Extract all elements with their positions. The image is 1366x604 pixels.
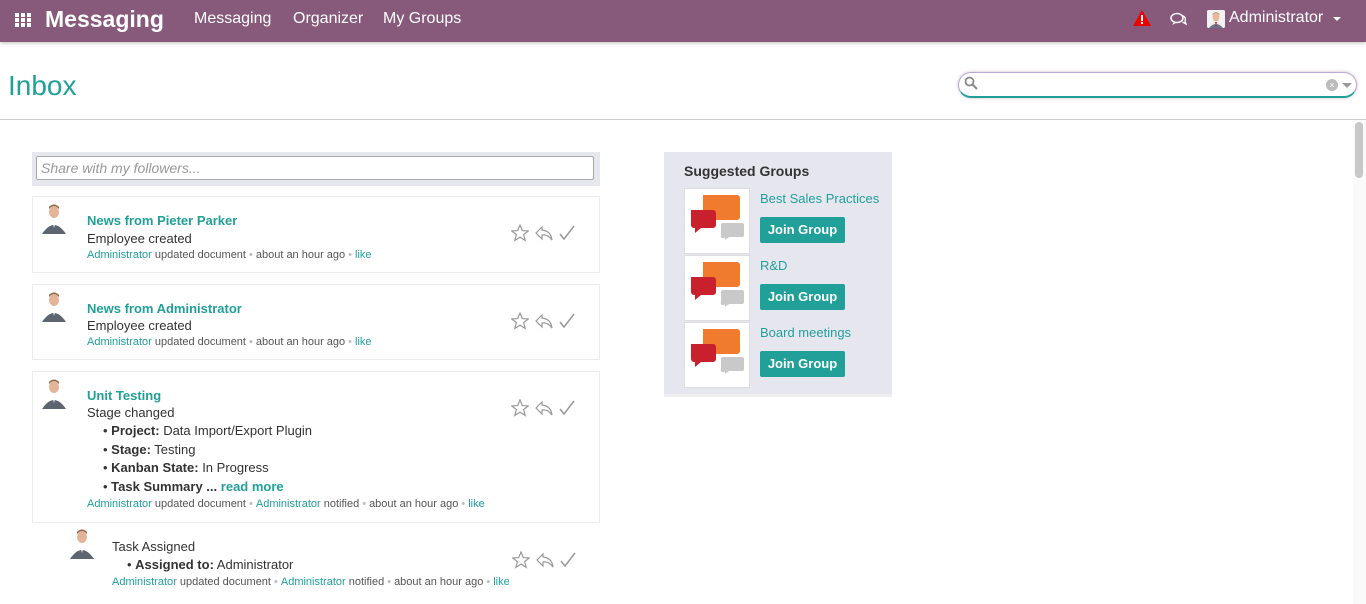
join-group-button[interactable]: Join Group [760, 217, 845, 243]
action-text: updated document [154, 336, 246, 348]
group-name[interactable]: Board meetings [760, 325, 851, 340]
action-text: updated document [154, 498, 246, 510]
menu-organizer[interactable]: Organizer [293, 10, 363, 28]
check-icon[interactable] [560, 551, 576, 569]
scrollbar[interactable] [1353, 120, 1366, 604]
group-item: R&D Join Group [684, 255, 884, 321]
message-title[interactable]: News from Pieter Parker [87, 213, 237, 228]
notified-user-link[interactable]: Administrator [281, 576, 346, 588]
message-body: Employee created [87, 231, 192, 246]
group-chat-icon[interactable] [684, 322, 750, 388]
search-input[interactable] [981, 75, 1321, 95]
notified-text: notified [323, 498, 360, 510]
author-avatar[interactable] [38, 202, 70, 234]
author-avatar[interactable] [66, 527, 98, 559]
timestamp: about an hour ago [369, 498, 459, 510]
group-item: Best Sales Practices Join Group [684, 188, 884, 254]
join-group-button[interactable]: Join Group [760, 284, 845, 310]
reply-icon[interactable] [535, 224, 553, 242]
message-title[interactable]: Unit Testing [87, 388, 161, 403]
suggested-groups-panel: Suggested Groups Best Sales Practices Jo… [664, 152, 892, 397]
compose-box [32, 152, 600, 186]
group-item: Board meetings Join Group [684, 322, 884, 388]
group-name[interactable]: R&D [760, 258, 787, 273]
message-child-item: Task Assigned • Assigned to: Administrat… [57, 527, 600, 597]
message-title[interactable]: News from Administrator [87, 301, 242, 316]
author-avatar[interactable] [38, 290, 70, 322]
header-divider [0, 119, 1366, 120]
user-menu[interactable]: Administrator [1229, 9, 1323, 27]
author-link[interactable]: Administrator [87, 249, 152, 261]
apps-grid-icon[interactable] [15, 13, 32, 28]
star-icon[interactable] [511, 224, 529, 242]
action-text: updated document [179, 576, 271, 588]
message-body: Employee created [87, 318, 192, 333]
author-avatar[interactable] [38, 377, 70, 409]
star-icon[interactable] [511, 312, 529, 330]
author-link[interactable]: Administrator [87, 336, 152, 348]
message-body: Stage changed [87, 405, 175, 420]
detail-stage: • Stage: Testing [103, 442, 196, 457]
like-link[interactable]: like [468, 498, 485, 510]
message-meta: Administrator updated document • about an … [87, 336, 372, 348]
detail-task-summary: • Task Summary ... read more [103, 479, 284, 494]
timestamp: about an hour ago [255, 249, 346, 261]
search-icon [964, 76, 978, 90]
search-options-icon[interactable] [1342, 83, 1352, 88]
suggested-groups-title: Suggested Groups [684, 163, 810, 179]
clear-icon[interactable]: × [1326, 79, 1338, 91]
page-title: Inbox [8, 70, 77, 101]
like-link[interactable]: like [355, 336, 372, 348]
detail-project: • Project: Data Import/Export Plugin [103, 423, 313, 438]
share-input[interactable] [36, 156, 594, 180]
message-actions [511, 312, 575, 330]
check-icon[interactable] [559, 399, 575, 417]
check-icon[interactable] [559, 224, 575, 242]
message-item: Unit Testing Stage changed • Project: Da… [32, 371, 600, 523]
action-text: updated document [154, 249, 246, 261]
star-icon[interactable] [511, 399, 529, 417]
warning-icon[interactable] [1133, 10, 1151, 26]
top-navbar: Messaging Messaging Organizer My Groups … [0, 0, 1366, 42]
message-meta: Administrator updated document • about an … [87, 249, 372, 261]
like-link[interactable]: like [493, 576, 510, 588]
chat-icon[interactable] [1170, 12, 1187, 26]
timestamp: about an hour ago [255, 336, 346, 348]
app-brand[interactable]: Messaging [45, 6, 164, 33]
chevron-down-icon[interactable] [1333, 17, 1341, 21]
message-actions [511, 399, 575, 417]
reply-icon[interactable] [535, 312, 553, 330]
group-chat-icon[interactable] [684, 188, 750, 254]
reply-icon[interactable] [536, 551, 554, 569]
read-more-link[interactable]: read more [221, 479, 284, 494]
user-avatar[interactable] [1207, 10, 1225, 28]
message-item: News from Pieter Parker Employee created… [32, 196, 600, 273]
scrollbar-thumb[interactable] [1355, 122, 1363, 178]
check-icon[interactable] [559, 312, 575, 330]
message-actions [511, 224, 575, 242]
notified-user-link[interactable]: Administrator [256, 498, 321, 510]
detail-assigned-to: • Assigned to: Administrator [127, 557, 294, 572]
notified-text: notified [348, 576, 385, 588]
message-body: Task Assigned [112, 539, 196, 554]
message-meta: Administrator updated document • Administr… [87, 498, 485, 510]
star-icon[interactable] [512, 551, 530, 569]
message-actions [512, 551, 576, 569]
detail-kanban-state: • Kanban State: In Progress [103, 460, 269, 475]
search-box[interactable]: × [958, 72, 1357, 98]
author-link[interactable]: Administrator [87, 498, 152, 510]
menu-messaging[interactable]: Messaging [194, 10, 271, 28]
message-item: News from Administrator Employee created… [32, 284, 600, 360]
group-chat-icon[interactable] [684, 255, 750, 321]
group-name[interactable]: Best Sales Practices [760, 191, 879, 206]
join-group-button[interactable]: Join Group [760, 351, 845, 377]
timestamp: about an hour ago [394, 576, 484, 588]
like-link[interactable]: like [355, 249, 372, 261]
message-meta: Administrator updated document • Administr… [112, 576, 510, 588]
reply-icon[interactable] [535, 399, 553, 417]
author-link[interactable]: Administrator [112, 576, 177, 588]
menu-my-groups[interactable]: My Groups [383, 10, 461, 28]
